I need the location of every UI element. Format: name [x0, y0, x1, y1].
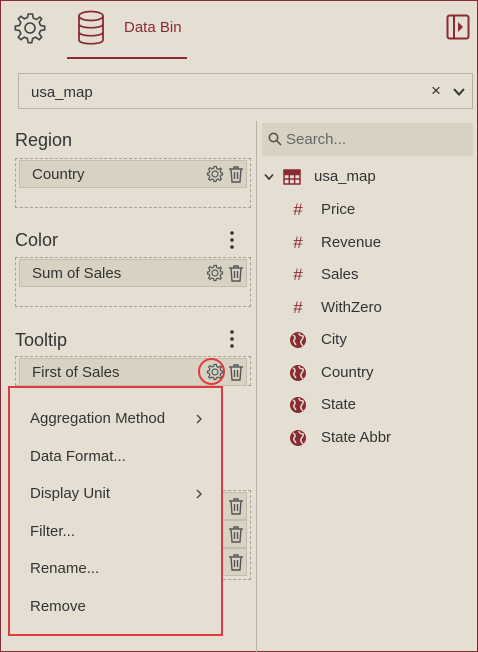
- active-tab-indicator: [67, 57, 187, 59]
- tab-data-bin[interactable]: Data Bin: [67, 1, 187, 59]
- field-search[interactable]: [262, 123, 473, 156]
- field-label: Sales: [321, 266, 359, 283]
- panel-divider: [256, 121, 257, 652]
- globe-icon: [290, 430, 306, 446]
- gear-icon: [14, 13, 46, 44]
- number-field-icon: #: [293, 298, 303, 317]
- color-field-name: Sum of Sales: [32, 265, 122, 282]
- trash-icon[interactable]: [228, 264, 244, 282]
- field-label: Price: [321, 201, 356, 218]
- trash-icon[interactable]: [228, 363, 244, 381]
- menu-item-data-format[interactable]: Data Format...: [30, 448, 126, 465]
- globe-icon: [290, 397, 306, 413]
- clear-icon[interactable]: ×: [431, 81, 441, 101]
- globe-icon: [290, 365, 306, 381]
- chevron-right-icon: [196, 489, 202, 499]
- gear-icon[interactable]: [206, 165, 224, 183]
- trash-icon[interactable]: [228, 497, 244, 515]
- search-icon: [268, 132, 282, 146]
- globe-icon: [290, 332, 306, 348]
- field-item-price[interactable]: # Price: [287, 199, 473, 223]
- field-item-country[interactable]: Country: [287, 362, 473, 386]
- field-label: Revenue: [321, 234, 382, 251]
- field-label: City: [321, 331, 347, 348]
- number-field-icon: #: [293, 233, 303, 252]
- field-label: Country: [321, 364, 374, 381]
- chevron-right-icon: [196, 414, 202, 424]
- color-title: Color: [15, 230, 59, 250]
- tab-settings[interactable]: [13, 11, 47, 45]
- dataset-select-value: usa_map: [31, 84, 93, 101]
- field-item-revenue[interactable]: # Revenue: [287, 232, 473, 256]
- field-item-state[interactable]: State: [287, 394, 473, 418]
- top-bar: Data Bin: [1, 1, 477, 59]
- chevron-down-icon[interactable]: [452, 85, 466, 99]
- field-label: State Abbr: [321, 429, 392, 446]
- region-field-name: Country: [32, 166, 85, 183]
- menu-item-rename[interactable]: Rename...: [30, 560, 99, 577]
- tooltip-field-name: First of Sales: [32, 364, 120, 381]
- highlight-ring: [198, 358, 225, 385]
- data-bin-panel: Data Bin usa_map × Region Country Color …: [0, 0, 478, 652]
- tree-table-label: usa_map: [314, 168, 376, 185]
- number-field-icon: #: [293, 265, 303, 284]
- number-field-icon: #: [293, 200, 303, 219]
- gear-icon[interactable]: [206, 264, 224, 282]
- menu-item-aggregation-method[interactable]: Aggregation Method: [30, 410, 165, 427]
- region-title: Region: [15, 130, 73, 150]
- field-item-withzero[interactable]: # WithZero: [287, 297, 473, 321]
- search-input[interactable]: [286, 128, 466, 150]
- trash-icon[interactable]: [228, 525, 244, 543]
- database-icon: [78, 10, 104, 45]
- panel-toggle-button[interactable]: [446, 14, 470, 40]
- field-label: WithZero: [321, 299, 382, 316]
- menu-item-filter[interactable]: Filter...: [30, 523, 75, 540]
- more-options-icon[interactable]: [225, 230, 239, 250]
- tab-data-bin-label: Data Bin: [124, 19, 182, 36]
- field-item-sales[interactable]: # Sales: [287, 264, 473, 288]
- region-dropzone[interactable]: Country: [15, 158, 251, 208]
- field-context-menu: Aggregation Method Data Format... Displa…: [8, 386, 223, 636]
- color-dropzone[interactable]: Sum of Sales: [15, 257, 251, 307]
- panel-collapse-icon: [446, 14, 470, 40]
- table-icon: [283, 169, 301, 185]
- tooltip-title: Tooltip: [15, 330, 68, 350]
- color-field-chip[interactable]: Sum of Sales: [19, 259, 247, 287]
- field-label: State: [321, 396, 357, 413]
- chevron-down-icon[interactable]: [263, 171, 275, 183]
- tree-table-node[interactable]: usa_map: [261, 165, 473, 189]
- trash-icon[interactable]: [228, 553, 244, 571]
- field-item-city[interactable]: City: [287, 329, 473, 353]
- dataset-select[interactable]: usa_map ×: [18, 73, 473, 109]
- menu-item-remove[interactable]: Remove: [30, 598, 86, 615]
- menu-item-display-unit[interactable]: Display Unit: [30, 485, 110, 502]
- field-item-state-abbr[interactable]: State Abbr: [287, 427, 473, 451]
- trash-icon[interactable]: [228, 165, 244, 183]
- more-options-icon[interactable]: [225, 329, 239, 349]
- region-field-chip[interactable]: Country: [19, 160, 247, 188]
